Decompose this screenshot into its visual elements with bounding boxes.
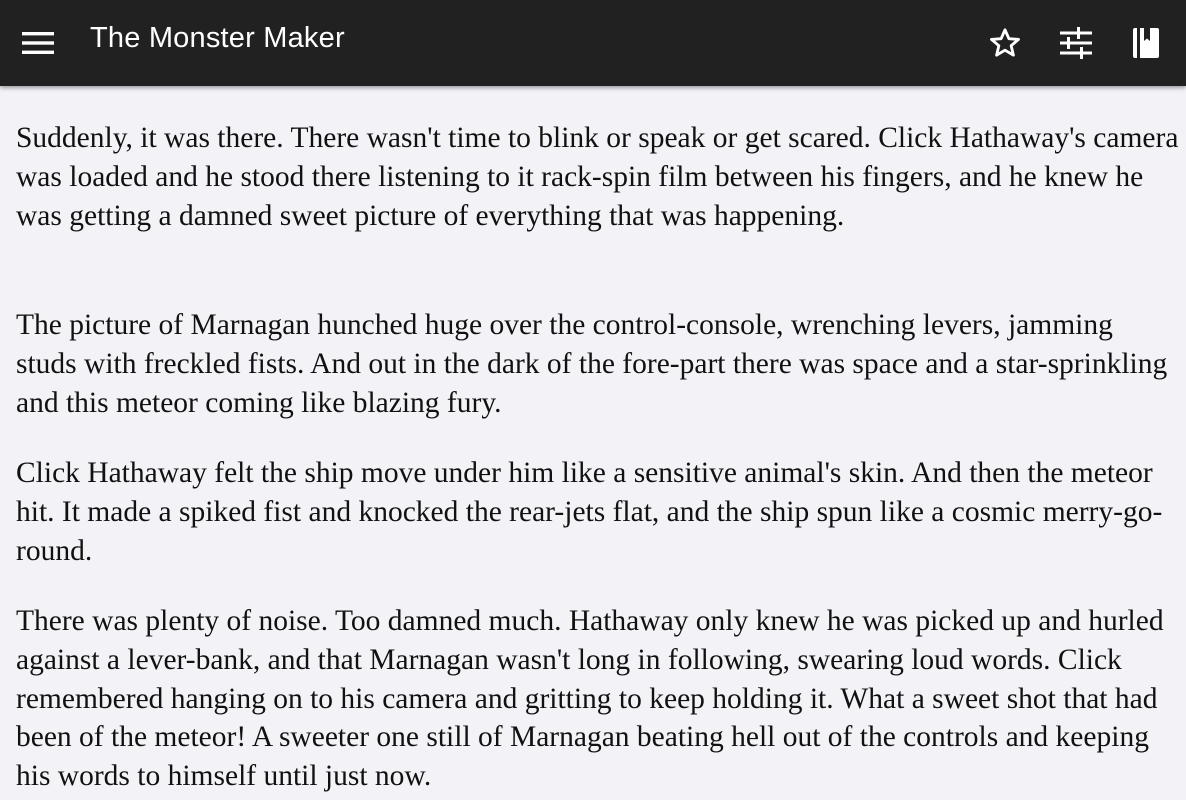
bookmark-button[interactable] [981, 19, 1029, 67]
app-bar: The Monster Maker [0, 0, 1186, 86]
book-icon [1133, 28, 1159, 58]
paragraph: Click Hathaway felt the ship move under … [16, 457, 1163, 567]
book-title: The Monster Maker [90, 22, 345, 54]
library-button[interactable] [1121, 19, 1169, 67]
paragraph: The picture of Marnagan hunched huge ove… [16, 309, 1168, 419]
paragraph: There was plenty of noise. Too damned mu… [16, 605, 1164, 793]
menu-icon [22, 32, 54, 54]
paragraph: Suddenly, it was there. There wasn't tim… [16, 122, 1179, 232]
reader-settings-button[interactable] [1052, 19, 1100, 67]
star-outline-icon [990, 28, 1020, 57]
menu-button[interactable] [14, 19, 62, 67]
tune-sliders-icon [1060, 27, 1092, 59]
reader-content[interactable]: Suddenly, it was there. There wasn't tim… [0, 86, 1186, 800]
